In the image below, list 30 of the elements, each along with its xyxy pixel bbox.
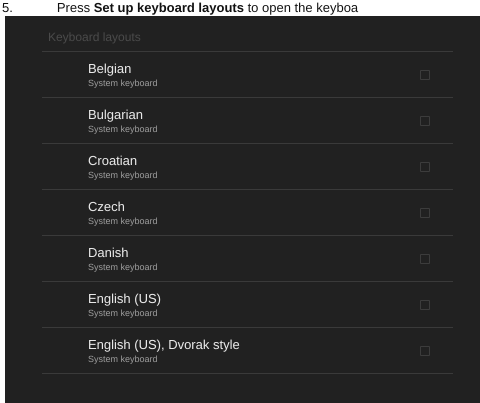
checkbox[interactable] — [420, 254, 430, 264]
layout-name: English (US), Dvorak style — [88, 337, 240, 352]
layout-summary: System keyboard — [88, 78, 158, 88]
checkbox[interactable] — [420, 300, 430, 310]
step-number: 5. — [2, 0, 13, 16]
checkbox[interactable] — [420, 346, 430, 356]
layout-name: Danish — [88, 245, 128, 260]
layout-name: Czech — [88, 199, 125, 214]
layout-summary: System keyboard — [88, 170, 158, 180]
instruction-text: Press Set up keyboard layouts to open the keyboa — [56, 0, 358, 16]
checkbox[interactable] — [420, 208, 430, 218]
layout-summary: System keyboard — [88, 216, 158, 226]
layout-name: Belgian — [88, 61, 132, 76]
layout-name: Bulgarian — [88, 107, 143, 122]
layout-item[interactable]: English (US), Dvorak style System keyboard — [42, 328, 453, 374]
layout-name: Croatian — [88, 153, 138, 168]
layout-item[interactable]: Bulgarian System keyboard — [42, 98, 453, 144]
layout-summary: System keyboard — [88, 308, 158, 318]
checkbox[interactable] — [420, 116, 430, 126]
layout-item[interactable]: English (US) System keyboard — [42, 282, 453, 328]
layout-item[interactable]: Belgian System keyboard — [42, 52, 453, 98]
layout-name: English (US) — [88, 291, 161, 306]
layout-item[interactable]: Danish System keyboard — [42, 236, 453, 282]
layout-summary: System keyboard — [88, 354, 158, 364]
checkbox[interactable] — [420, 162, 430, 172]
checkbox[interactable] — [420, 70, 430, 80]
layout-summary: System keyboard — [88, 262, 158, 272]
layout-item[interactable]: Croatian System keyboard — [42, 144, 453, 190]
layout-summary: System keyboard — [88, 124, 158, 134]
layout-item[interactable]: Czech System keyboard — [42, 190, 453, 236]
